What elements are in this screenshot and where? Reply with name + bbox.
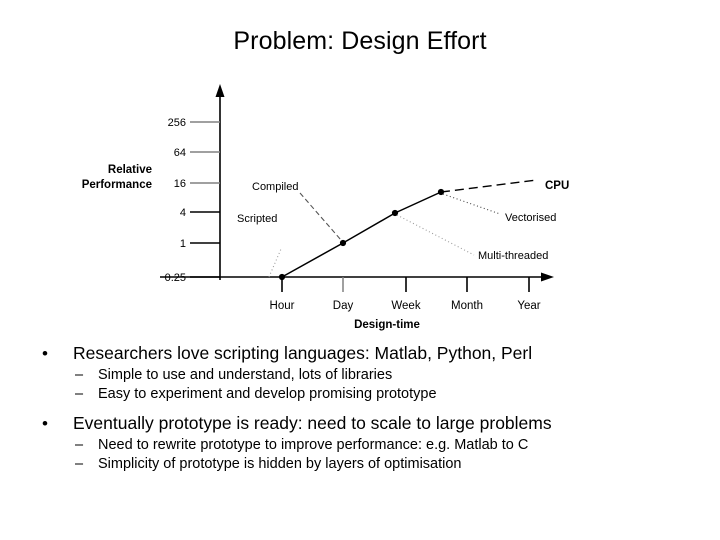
annotation-multi-threaded: Multi-threaded <box>478 250 548 262</box>
bullet-text: Researchers love scripting languages: Ma… <box>73 343 533 363</box>
annotation-compiled: Compiled <box>252 181 298 193</box>
x-tick-label-month: Month <box>451 300 483 312</box>
dash-marker: – <box>75 367 84 383</box>
sub-bullet-text: Simplicity of prototype is hidden by lay… <box>98 456 462 472</box>
x-tick-label-week: Week <box>391 300 420 312</box>
y-axis-title-line1: Relative <box>108 164 152 176</box>
x-tick-marks <box>281 277 530 292</box>
chart-figure: 256 64 16 4 1 0.25 Relative Performance … <box>0 80 720 340</box>
leader-line-compiled <box>299 192 342 241</box>
slide-body: • Researchers love scripting languages: … <box>0 344 720 475</box>
y-tick-label-256: 256 <box>168 117 186 129</box>
x-tick-label-day: Day <box>333 300 354 312</box>
sub-bullet-text: Easy to experiment and develop promising… <box>98 386 437 402</box>
performance-series-line <box>281 191 442 278</box>
leader-line-vectorised <box>442 193 501 215</box>
bullet-marker: • <box>42 414 48 433</box>
bullet-text: Eventually prototype is ready: need to s… <box>73 413 552 433</box>
y-tick-label-0.25: 0.25 <box>165 272 186 284</box>
cpu-projection-line <box>440 179 538 193</box>
dash-marker: – <box>75 456 84 472</box>
y-axis <box>215 84 225 280</box>
sub-bullet-item: – Need to rewrite prototype to improve p… <box>0 437 720 454</box>
x-tick-label-year: Year <box>517 300 540 312</box>
annotation-scripted: Scripted <box>237 213 277 225</box>
annotation-cpu: CPU <box>545 180 569 192</box>
design-effort-line-chart: 256 64 16 4 1 0.25 Relative Performance … <box>82 84 569 331</box>
x-tick-label-hour: Hour <box>270 300 295 312</box>
leader-line-scripted <box>268 248 282 278</box>
x-axis <box>160 272 554 282</box>
dash-marker: – <box>75 437 84 453</box>
y-tick-label-16: 16 <box>174 178 186 190</box>
y-tick-marks <box>190 121 220 278</box>
sub-bullet-item: – Easy to experiment and develop promisi… <box>0 386 720 403</box>
dash-marker: – <box>75 386 84 402</box>
page-title: Problem: Design Effort <box>233 27 487 55</box>
x-axis-title: Design-time <box>354 319 420 331</box>
y-tick-label-64: 64 <box>174 147 186 159</box>
sub-bullet-text: Need to rewrite prototype to improve per… <box>98 437 529 453</box>
leader-line-multithreaded <box>396 214 475 256</box>
y-tick-label-1: 1 <box>180 238 186 250</box>
bullet-marker: • <box>42 344 48 363</box>
bullet-item: • Researchers love scripting languages: … <box>0 343 720 364</box>
annotation-vectorised: Vectorised <box>505 212 556 224</box>
sub-bullet-item: – Simplicity of prototype is hidden by l… <box>0 456 720 473</box>
bullet-item: • Eventually prototype is ready: need to… <box>0 413 720 434</box>
y-axis-title-line2: Performance <box>82 179 152 191</box>
sub-bullet-text: Simple to use and understand, lots of li… <box>98 367 393 383</box>
sub-bullet-item: – Simple to use and understand, lots of … <box>0 367 720 384</box>
y-tick-label-4: 4 <box>180 207 186 219</box>
